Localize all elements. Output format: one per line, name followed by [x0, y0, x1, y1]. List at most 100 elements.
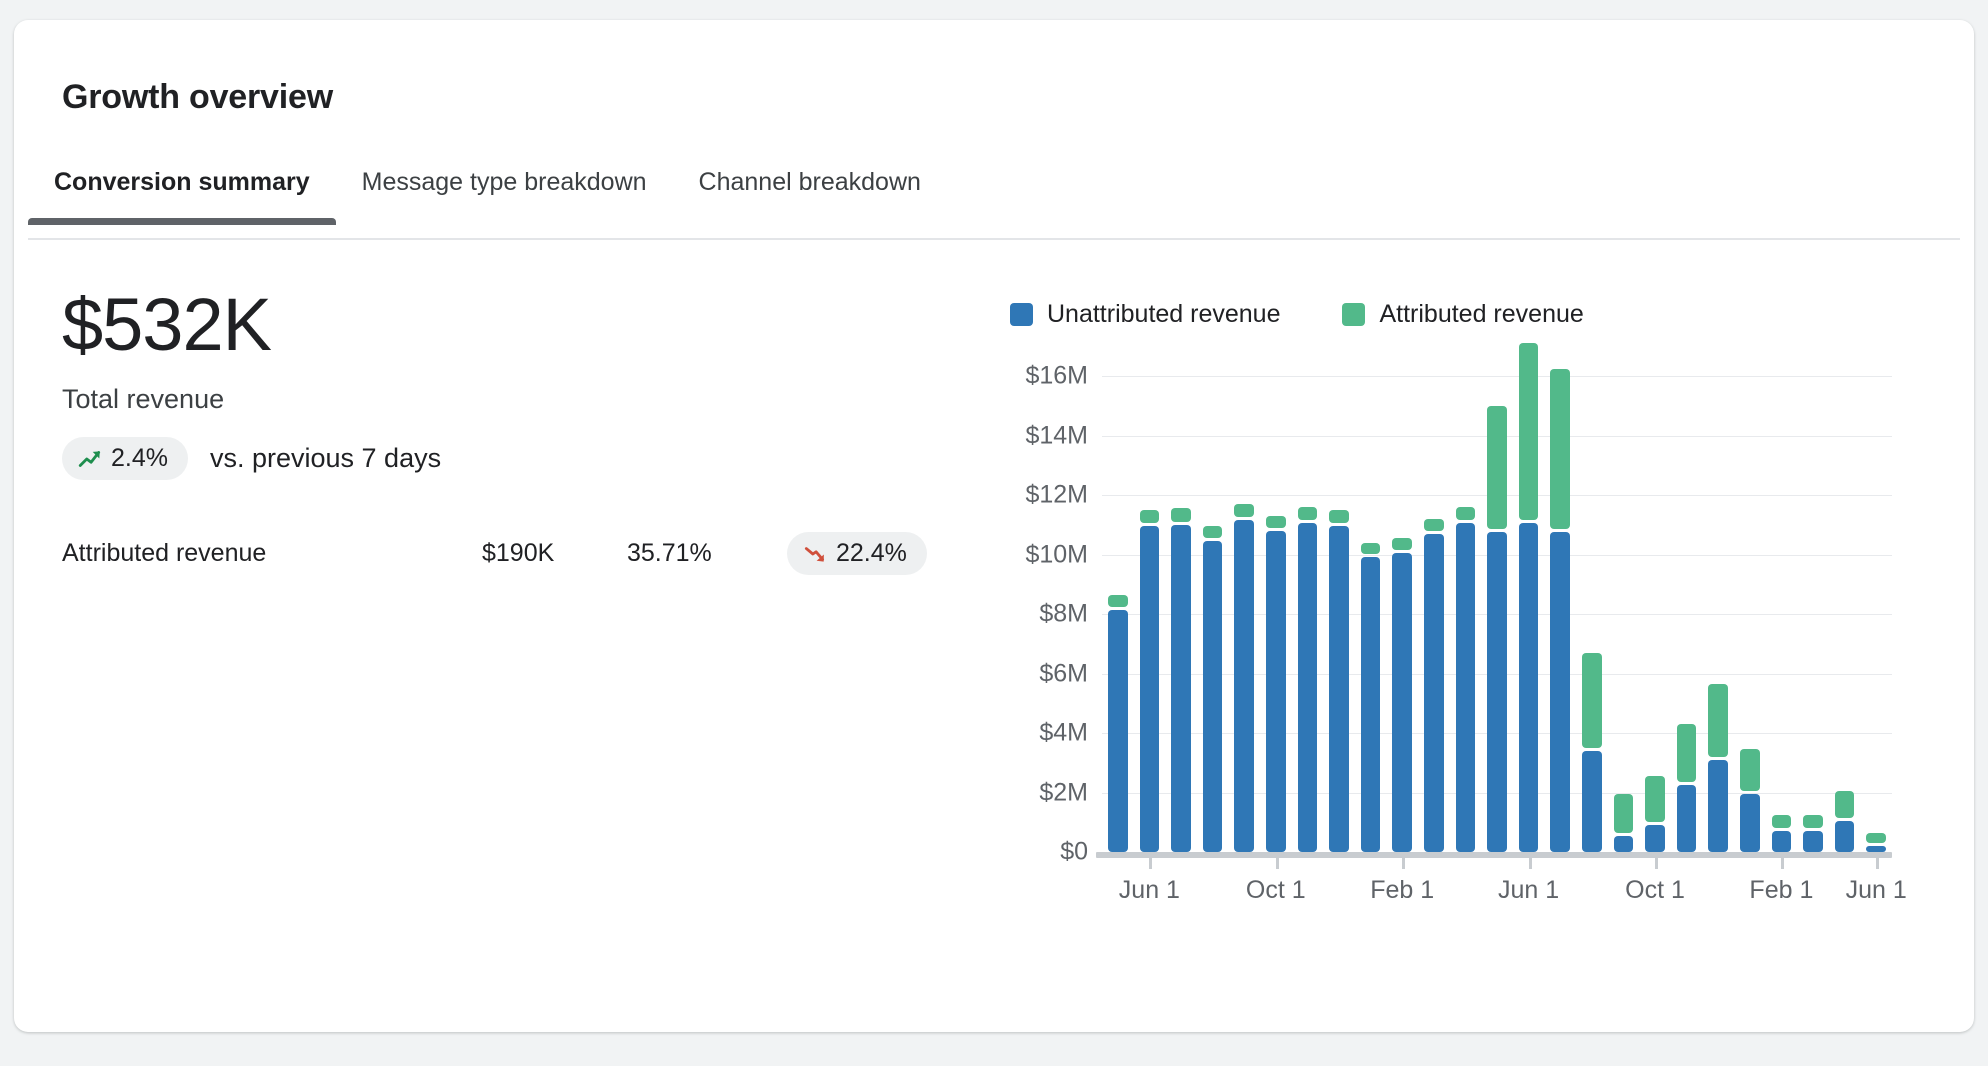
status-badge-trend-down: 22.4%: [787, 532, 927, 575]
bar-column[interactable]: [1361, 376, 1381, 852]
bar-column[interactable]: [1582, 376, 1602, 852]
legend-swatch-icon: [1010, 303, 1033, 326]
bar-segment-attributed: [1329, 510, 1349, 523]
x-axis-ticks: [1102, 858, 1892, 870]
x-axis-tick: [1655, 858, 1658, 869]
bar-column[interactable]: [1645, 376, 1665, 852]
bar-segment-unattributed: [1234, 520, 1254, 852]
y-axis-tick-label: $0: [1060, 838, 1088, 867]
bar-segment-unattributed: [1108, 610, 1128, 852]
y-axis-labels: $0$2M$4M$6M$8M$10M$12M$14M$16M: [984, 376, 1088, 852]
y-axis-tick-label: $6M: [1039, 659, 1088, 688]
tab-label: Conversion summary: [54, 168, 310, 196]
bar-segment-unattributed: [1487, 532, 1507, 852]
bar-segment-attributed: [1708, 684, 1728, 757]
summary-block: $532K Total revenue 2.4% vs. previous 7 …: [62, 288, 962, 480]
chart-bars: [1102, 376, 1892, 852]
bar-segment-unattributed: [1203, 541, 1223, 852]
x-axis-tick-label: Jun 1: [1119, 876, 1180, 905]
bar-column[interactable]: [1740, 376, 1760, 852]
y-axis-tick-label: $14M: [1025, 421, 1088, 450]
bar-segment-attributed: [1835, 791, 1855, 818]
x-axis-tick-label: Jun 1: [1846, 876, 1907, 905]
total-revenue-delta-row: 2.4% vs. previous 7 days: [62, 437, 962, 480]
bar-segment-attributed: [1487, 406, 1507, 529]
bar-column[interactable]: [1171, 376, 1191, 852]
tab-channel-breakdown[interactable]: Channel breakdown: [673, 160, 947, 223]
bar-column[interactable]: [1329, 376, 1349, 852]
legend-label: Attributed revenue: [1379, 300, 1583, 329]
x-axis-tick: [1149, 858, 1152, 869]
bar-column[interactable]: [1772, 376, 1792, 852]
bar-segment-unattributed: [1708, 760, 1728, 852]
x-axis-tick-label: Oct 1: [1246, 876, 1306, 905]
x-axis-tick-label: Feb 1: [1370, 876, 1434, 905]
growth-overview-card: Growth overview Conversion summary Messa…: [14, 20, 1974, 1032]
bar-column[interactable]: [1614, 376, 1634, 852]
tab-message-type-breakdown[interactable]: Message type breakdown: [336, 160, 673, 223]
bar-column[interactable]: [1424, 376, 1444, 852]
x-axis-tick-label: Oct 1: [1625, 876, 1685, 905]
bar-segment-attributed: [1614, 794, 1634, 833]
bar-segment-attributed: [1361, 543, 1381, 555]
legend-item-unattributed-revenue[interactable]: Unattributed revenue: [1010, 300, 1280, 329]
bar-segment-unattributed: [1298, 523, 1318, 852]
bar-segment-attributed: [1550, 369, 1570, 530]
bar-segment-attributed: [1645, 776, 1665, 822]
bar-column[interactable]: [1392, 376, 1412, 852]
x-axis-tick-label: Feb 1: [1749, 876, 1813, 905]
chart-legend: Unattributed revenue Attributed revenue: [984, 300, 1914, 329]
metric-delta-pct: 22.4%: [836, 539, 907, 568]
x-axis-labels: Jun 1Oct 1Feb 1Jun 1Oct 1Feb 1Jun 1: [1102, 876, 1892, 916]
bar-segment-attributed: [1203, 526, 1223, 538]
y-axis-tick-label: $16M: [1025, 362, 1088, 391]
x-axis-tick: [1529, 858, 1532, 869]
total-revenue-value: $532K: [62, 288, 962, 362]
bar-column[interactable]: [1835, 376, 1855, 852]
bar-segment-unattributed: [1772, 831, 1792, 852]
bar-column[interactable]: [1487, 376, 1507, 852]
bar-column[interactable]: [1140, 376, 1160, 852]
bar-segment-unattributed: [1140, 526, 1160, 852]
page-title: Growth overview: [62, 78, 333, 117]
bar-segment-unattributed: [1519, 523, 1539, 852]
bar-column[interactable]: [1108, 376, 1128, 852]
bar-column[interactable]: [1803, 376, 1823, 852]
legend-item-attributed-revenue[interactable]: Attributed revenue: [1342, 300, 1583, 329]
y-axis-tick-label: $4M: [1039, 719, 1088, 748]
bar-segment-unattributed: [1392, 553, 1412, 852]
y-axis-tick-label: $2M: [1039, 778, 1088, 807]
bar-column[interactable]: [1234, 376, 1254, 852]
bar-column[interactable]: [1298, 376, 1318, 852]
bar-segment-attributed: [1866, 833, 1886, 843]
trend-up-icon: [77, 446, 103, 472]
bar-column[interactable]: [1708, 376, 1728, 852]
metric-name: Attributed revenue: [62, 539, 482, 568]
bar-segment-unattributed: [1171, 525, 1191, 852]
y-axis-tick-label: $10M: [1025, 540, 1088, 569]
legend-swatch-icon: [1342, 303, 1365, 326]
bar-segment-attributed: [1772, 815, 1792, 828]
bar-column[interactable]: [1866, 376, 1886, 852]
bar-segment-unattributed: [1582, 751, 1602, 852]
bar-column[interactable]: [1456, 376, 1476, 852]
bar-column[interactable]: [1203, 376, 1223, 852]
bar-segment-attributed: [1392, 538, 1412, 550]
bar-column[interactable]: [1550, 376, 1570, 852]
total-revenue-delta-pct: 2.4%: [111, 444, 168, 473]
bar-segment-attributed: [1803, 815, 1823, 828]
bar-column[interactable]: [1266, 376, 1286, 852]
y-axis-tick-label: $8M: [1039, 600, 1088, 629]
total-revenue-label: Total revenue: [62, 384, 962, 415]
x-axis-tick: [1276, 858, 1279, 869]
revenue-chart: Unattributed revenue Attributed revenue …: [984, 300, 1914, 1000]
bar-segment-unattributed: [1835, 821, 1855, 852]
bar-segment-attributed: [1456, 507, 1476, 520]
tab-conversion-summary[interactable]: Conversion summary: [28, 160, 336, 223]
bar-column[interactable]: [1519, 376, 1539, 852]
legend-label: Unattributed revenue: [1047, 300, 1280, 329]
x-axis-tick: [1402, 858, 1405, 869]
bar-column[interactable]: [1677, 376, 1697, 852]
bar-segment-attributed: [1740, 749, 1760, 791]
comparison-text: vs. previous 7 days: [210, 443, 441, 474]
